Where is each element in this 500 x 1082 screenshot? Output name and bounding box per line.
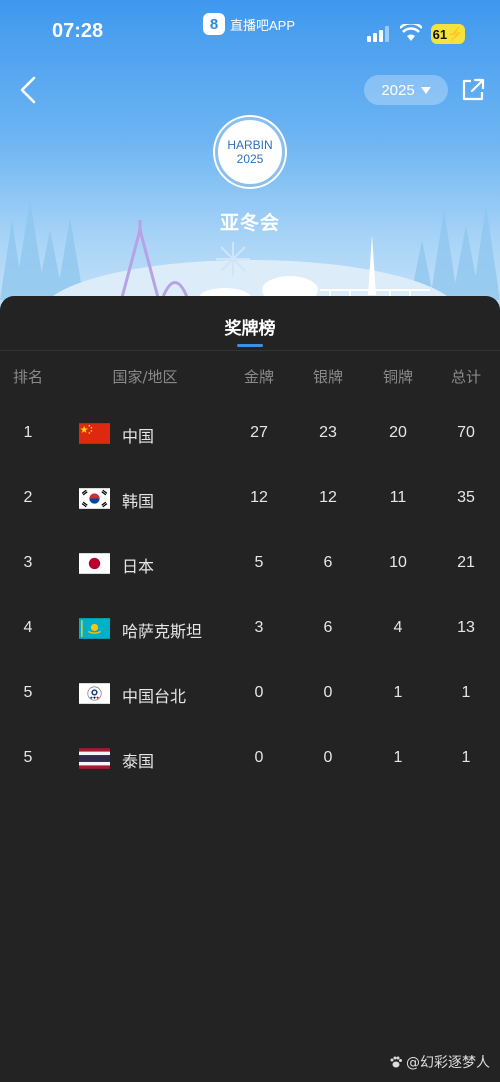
gold-cell: 12 [250,489,268,506]
table-header: 排名 国家/地区 金牌 银牌 铜牌 总计 [0,366,500,388]
rank-cell: 1 [23,424,33,441]
watermark-text: @幻彩逐梦人 [406,1055,490,1071]
share-button[interactable] [460,77,486,103]
total-cell: 1 [461,684,471,701]
caret-down-icon [420,86,431,94]
country-name: 中国 [122,427,155,446]
rank-cell: 3 [23,554,33,571]
silver-cell: 12 [319,489,337,506]
country-name: 哈萨克斯坦 [122,622,203,641]
battery-indicator: 61 ⚡ [431,24,465,44]
header-bronze: 铜牌 [382,368,413,386]
table-row[interactable]: 4 哈萨克斯坦 3 6 4 13 [0,615,500,645]
gold-cell: 0 [254,684,264,701]
bronze-cell: 1 [393,749,403,766]
country-name: 日本 [122,557,155,576]
total-cell: 35 [457,489,475,506]
total-cell: 70 [457,424,475,441]
charging-icon: ⚡ [447,26,464,41]
header-total: 总计 [450,368,481,386]
chinese-taipei-flag-icon [79,683,110,704]
total-cell: 1 [461,749,471,766]
country-name: 中国台北 [122,687,187,706]
bronze-cell: 4 [393,619,403,636]
app-logo-icon: 8 [203,13,225,35]
china-flag-icon [79,423,110,444]
cellular-signal-icon [367,26,389,42]
total-cell: 21 [457,554,475,571]
country-name: 韩国 [122,492,155,511]
table-row[interactable]: 1 中国 27 23 20 70 [0,420,500,450]
bronze-cell: 10 [389,554,407,571]
paw-icon [390,1056,402,1068]
wifi-icon [400,24,422,41]
rank-cell: 5 [23,684,33,701]
table-row[interactable]: 5 中国台北 0 0 1 1 [0,680,500,710]
event-logo: HARBIN 2025 [215,117,285,187]
hero-banner: 07:28 8 直播吧APP 61 ⚡ 2025 HARBIN 2025 亚冬会 [0,0,500,320]
header-country: 国家/地区 [112,368,178,386]
rank-cell: 5 [23,749,33,766]
snowflake-icon [216,242,250,276]
country-name: 泰国 [122,752,155,771]
header-gold: 金牌 [243,368,274,386]
rank-cell: 4 [23,619,33,636]
silver-cell: 0 [323,684,333,701]
rank-cell: 2 [23,489,33,506]
bronze-cell: 1 [393,684,403,701]
gold-cell: 0 [254,749,264,766]
south-korea-flag-icon [79,488,110,509]
header-silver: 银牌 [312,368,343,386]
bronze-cell: 11 [389,489,407,506]
divider [0,350,500,351]
japan-flag-icon [79,553,110,574]
silver-cell: 6 [323,619,333,636]
silver-cell: 6 [323,554,333,571]
tab-indicator [237,344,263,347]
gold-cell: 3 [254,619,264,636]
kazakhstan-flag-icon [79,618,110,639]
gold-cell: 27 [250,424,268,441]
gold-cell: 5 [254,554,264,571]
event-title: 亚冬会 [219,212,280,234]
table-row[interactable]: 2 韩国 12 12 11 35 [0,485,500,515]
app-indicator: 8 直播吧APP [203,12,295,36]
total-cell: 13 [457,619,475,636]
tab-medal-table[interactable]: 奖牌榜 [0,314,500,339]
back-button[interactable] [14,74,42,106]
app-name: 直播吧APP [230,17,296,33]
year-selector[interactable]: 2025 [364,75,448,105]
thailand-flag-icon [79,748,110,769]
header-rank: 排名 [12,368,43,386]
event-logo-bottom-text: 2025 [236,152,264,166]
status-bar: 07:28 8 直播吧APP 61 ⚡ [0,0,500,64]
silver-cell: 23 [319,424,337,441]
watermark: @幻彩逐梦人 [389,1052,490,1072]
silver-cell: 0 [323,749,333,766]
status-time: 07:28 [52,20,104,42]
event-logo-top-text: HARBIN [227,138,273,152]
table-row[interactable]: 3 日本 5 6 10 21 [0,550,500,580]
medal-table-panel: 奖牌榜 排名 国家/地区 金牌 银牌 铜牌 总计 1 中国 27 23 20 7… [0,296,500,1082]
battery-level: 61 [432,26,448,42]
year-selector-value: 2025 [381,81,415,99]
bronze-cell: 20 [389,424,407,441]
table-row[interactable]: 5 泰国 0 0 1 1 [0,745,500,775]
